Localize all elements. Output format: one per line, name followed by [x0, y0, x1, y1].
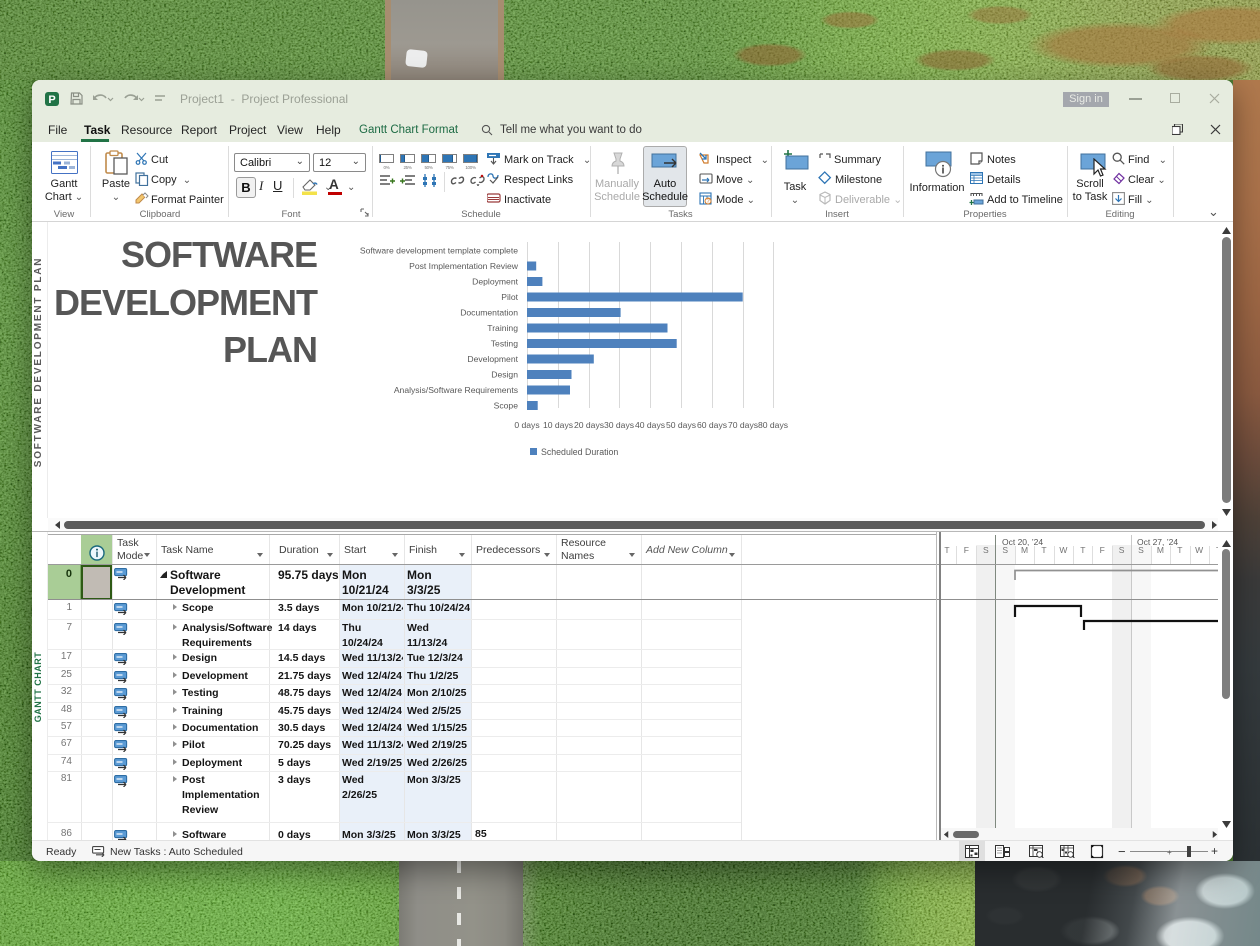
svg-text:Scope: Scope [494, 401, 519, 411]
svg-text:P: P [48, 94, 55, 106]
svg-text:Deployment: Deployment [472, 277, 518, 287]
svg-text:Training: Training [487, 323, 518, 333]
svg-text:10 days: 10 days [543, 420, 573, 430]
svg-text:0 days: 0 days [514, 420, 539, 430]
svg-text:80 days: 80 days [758, 420, 788, 430]
svg-text:50 days: 50 days [666, 420, 696, 430]
svg-text:40 days: 40 days [635, 420, 665, 430]
svg-text:70 days: 70 days [728, 420, 758, 430]
svg-text:Scheduled Duration: Scheduled Duration [541, 447, 618, 457]
svg-text:Development: Development [467, 354, 518, 364]
svg-text:Documentation: Documentation [460, 308, 518, 318]
svg-text:Design: Design [491, 370, 518, 380]
svg-text:60 days: 60 days [697, 420, 727, 430]
svg-text:Analysis/Software Requirements: Analysis/Software Requirements [394, 385, 518, 395]
svg-text:Post Implementation Review: Post Implementation Review [409, 261, 519, 271]
svg-text:20 days: 20 days [574, 420, 604, 430]
svg-text:30 days: 30 days [604, 420, 634, 430]
svg-text:Software development template: Software development template complete [360, 246, 518, 256]
svg-text:Testing: Testing [491, 339, 518, 349]
svg-text:Pilot: Pilot [501, 292, 518, 302]
